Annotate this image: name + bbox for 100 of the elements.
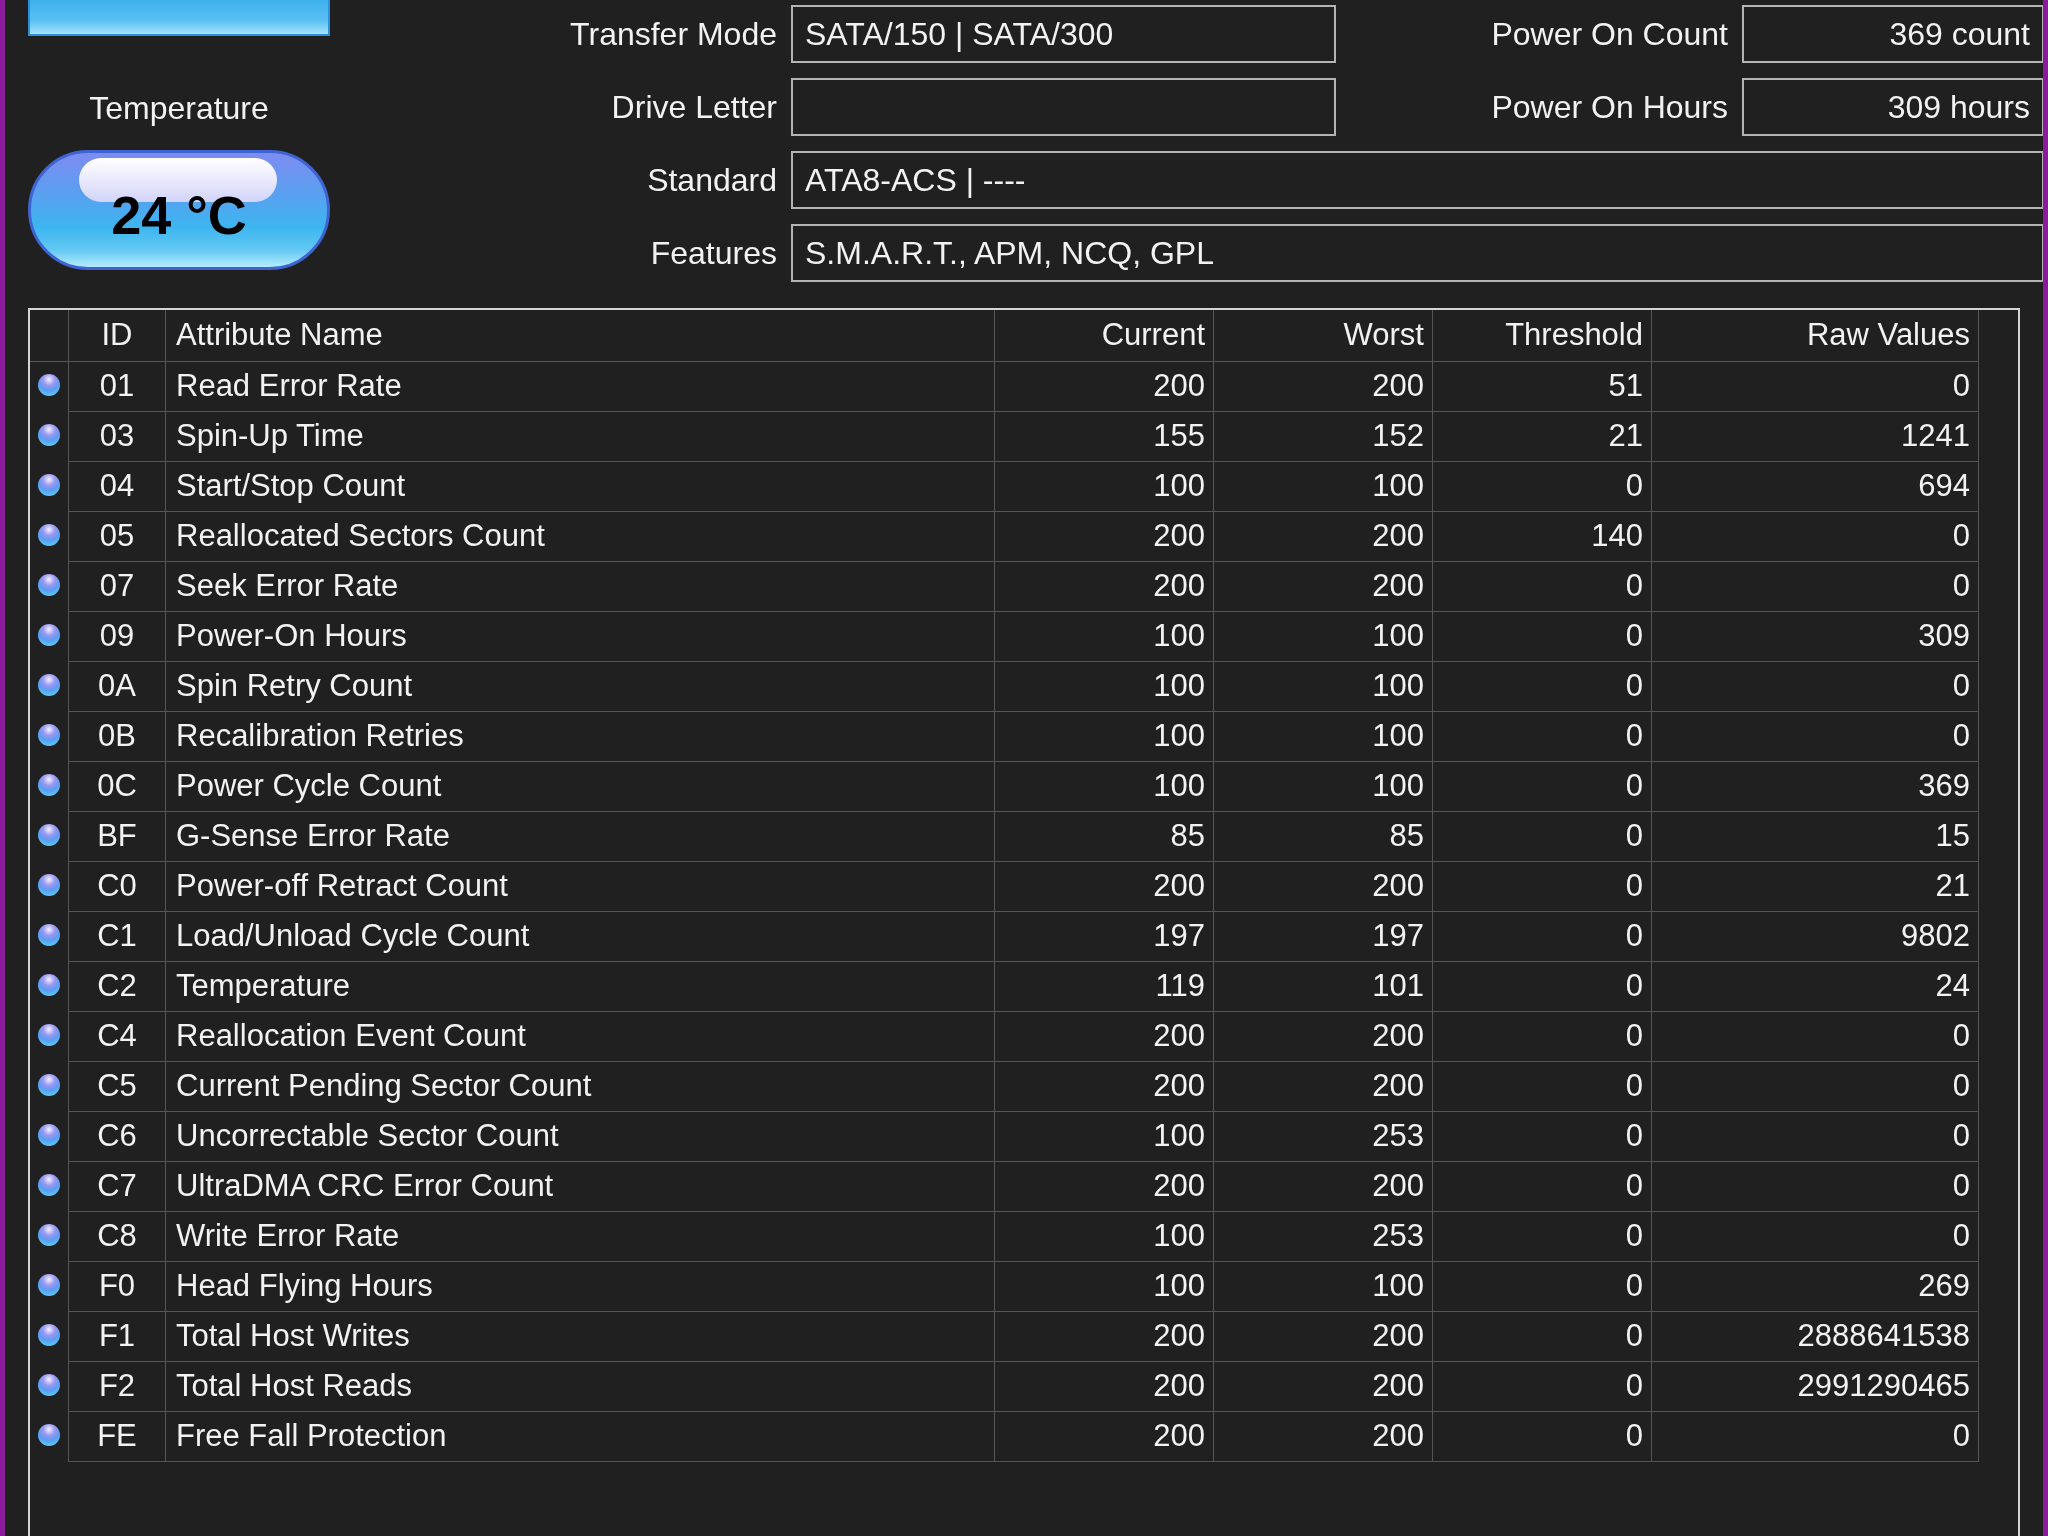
info-field: ATA8-ACS | ---- — [791, 151, 2043, 209]
table-cell: 100 — [995, 462, 1214, 512]
table-cell: 119 — [995, 962, 1214, 1012]
table-cell: 200 — [995, 362, 1214, 412]
table-cell: 100 — [1214, 1262, 1433, 1312]
table-cell: 0 — [1433, 1312, 1652, 1362]
table-cell: 100 — [995, 1212, 1214, 1262]
table-cell: 309 — [1652, 612, 1979, 662]
table-cell: 51 — [1433, 362, 1652, 412]
table-cell: C4 — [68, 1012, 166, 1062]
table-cell: 0 — [1433, 612, 1652, 662]
table-cell: C0 — [68, 862, 166, 912]
table-cell: Total Host Reads — [166, 1362, 995, 1412]
table-cell: 0 — [1652, 662, 1979, 712]
table-cell: BF — [68, 812, 166, 862]
table-cell: 100 — [995, 762, 1214, 812]
table-cell: 0 — [1433, 712, 1652, 762]
table-cell: Free Fall Protection — [166, 1412, 995, 1462]
table-cell: 253 — [1214, 1212, 1433, 1262]
table-cell: Reallocation Event Count — [166, 1012, 995, 1062]
table-cell: 03 — [68, 412, 166, 462]
table-cell: 0 — [1433, 1212, 1652, 1262]
temperature-label: Temperature — [88, 89, 270, 128]
table-cell: 100 — [1214, 762, 1433, 812]
info-field: S.M.A.R.T., APM, NCQ, GPL — [791, 224, 2043, 282]
table-cell: 0 — [1433, 762, 1652, 812]
table-cell: 200 — [1214, 1062, 1433, 1112]
field-label: Transfer Mode — [570, 15, 777, 53]
table-cell: 100 — [1214, 612, 1433, 662]
table-cell: 9802 — [1652, 912, 1979, 962]
table-cell: Current Pending Sector Count — [166, 1062, 995, 1112]
table-cell: 100 — [995, 712, 1214, 762]
table-cell: 0 — [1652, 562, 1979, 612]
table-cell: 15 — [1652, 812, 1979, 862]
table-cell: 200 — [995, 1012, 1214, 1062]
table-cell: 200 — [1214, 362, 1433, 412]
table-cell: 200 — [995, 1412, 1214, 1462]
table-cell: 101 — [1214, 962, 1433, 1012]
table-cell: Temperature — [166, 962, 995, 1012]
table-cell: 0C — [68, 762, 166, 812]
table-cell: 200 — [995, 1162, 1214, 1212]
table-cell: Seek Error Rate — [166, 562, 995, 612]
info-field: 309 hours — [1742, 78, 2043, 136]
table-cell: 200 — [995, 1362, 1214, 1412]
field-label: Power On Count — [1491, 15, 1728, 53]
table-cell: 0 — [1652, 1412, 1979, 1462]
table-cell: C7 — [68, 1162, 166, 1212]
table-cell: 01 — [68, 362, 166, 412]
table-cell: 200 — [995, 1312, 1214, 1362]
table-cell: 0 — [1652, 1212, 1979, 1262]
table-cell: Head Flying Hours — [166, 1262, 995, 1312]
table-cell: 197 — [995, 912, 1214, 962]
table-cell: 100 — [1214, 462, 1433, 512]
table-cell: Total Host Writes — [166, 1312, 995, 1362]
table-cell: 100 — [995, 662, 1214, 712]
table-cell: 24 — [1652, 962, 1979, 1012]
table-cell: 0 — [1433, 1412, 1652, 1462]
table-cell: 0 — [1433, 1112, 1652, 1162]
table-cell: 05 — [68, 512, 166, 562]
table-cell: 200 — [995, 512, 1214, 562]
table-cell: 1241 — [1652, 412, 1979, 462]
table-cell: 253 — [1214, 1112, 1433, 1162]
table-cell: Uncorrectable Sector Count — [166, 1112, 995, 1162]
table-cell: 0 — [1652, 1062, 1979, 1112]
table-cell: 85 — [995, 812, 1214, 862]
table-cell: 0 — [1652, 1012, 1979, 1062]
table-cell: 0 — [1652, 1162, 1979, 1212]
table-cell: 200 — [995, 1062, 1214, 1112]
table-cell: 200 — [995, 562, 1214, 612]
field-label: Power On Hours — [1491, 88, 1728, 126]
table-cell: UltraDMA CRC Error Count — [166, 1162, 995, 1212]
table-cell: 0 — [1433, 1262, 1652, 1312]
table-cell: 09 — [68, 612, 166, 662]
table-cell: Write Error Rate — [166, 1212, 995, 1262]
table-cell: 0 — [1652, 362, 1979, 412]
field-label: Standard — [647, 161, 777, 199]
table-cell: 21 — [1433, 412, 1652, 462]
table-cell: 2888641538 — [1652, 1312, 1979, 1362]
table-cell: 0 — [1433, 962, 1652, 1012]
table-cell: Recalibration Retries — [166, 712, 995, 762]
table-cell: Start/Stop Count — [166, 462, 995, 512]
table-cell: 0 — [1433, 812, 1652, 862]
info-field: SATA/150 | SATA/300 — [791, 5, 1336, 63]
table-cell: G-Sense Error Rate — [166, 812, 995, 862]
table-cell: 100 — [1214, 662, 1433, 712]
table-cell: 0A — [68, 662, 166, 712]
table-cell: 200 — [1214, 1362, 1433, 1412]
table-cell: Spin Retry Count — [166, 662, 995, 712]
table-cell: 269 — [1652, 1262, 1979, 1312]
table-cell: 200 — [1214, 1312, 1433, 1362]
table-cell: 85 — [1214, 812, 1433, 862]
table-cell: 0 — [1433, 562, 1652, 612]
table-cell: FE — [68, 1412, 166, 1462]
table-cell: 07 — [68, 562, 166, 612]
table-cell: 155 — [995, 412, 1214, 462]
table-cell: 0 — [1652, 712, 1979, 762]
table-cell: 100 — [995, 1262, 1214, 1312]
table-cell: 0 — [1433, 862, 1652, 912]
table-cell: 0 — [1652, 1112, 1979, 1162]
table-cell: F2 — [68, 1362, 166, 1412]
